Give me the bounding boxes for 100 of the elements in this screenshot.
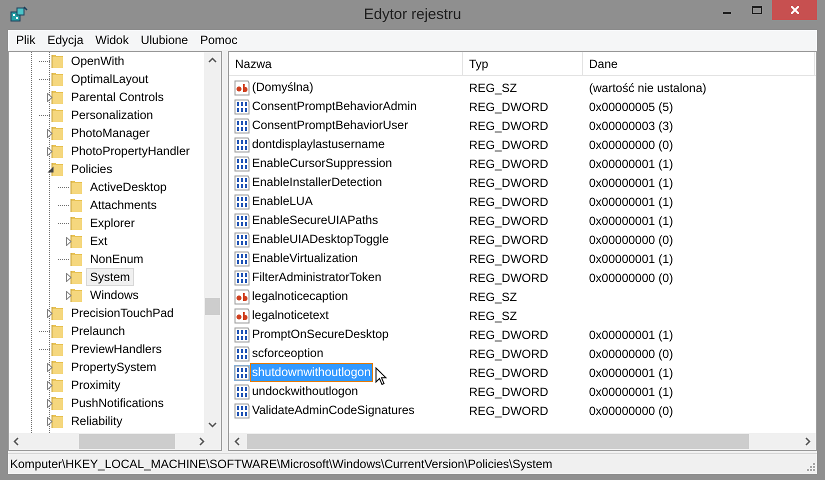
tree-item[interactable]: OpenWith	[67, 52, 128, 70]
value-name[interactable]: FilterAdministratorToken	[251, 269, 382, 286]
value-name[interactable]: ConsentPromptBehaviorUser	[251, 117, 410, 134]
scrollbar-thumb[interactable]	[205, 298, 220, 315]
value-type: REG_DWORD	[469, 232, 550, 248]
column-header[interactable]: Nazwa	[229, 52, 463, 75]
expand-arrow-icon[interactable]	[47, 362, 53, 372]
expand-arrow-icon[interactable]	[47, 92, 53, 102]
value-type: REG_DWORD	[469, 364, 550, 382]
value-type: REG_DWORD	[469, 212, 550, 230]
tree-item[interactable]: PhotoPropertyHandler	[67, 142, 194, 160]
tree-item[interactable]: Windows	[86, 286, 143, 304]
folder-icon	[51, 161, 64, 177]
expand-arrow-icon[interactable]	[47, 128, 53, 138]
folder-icon	[51, 53, 64, 69]
binary-value-icon	[234, 384, 250, 400]
scrollbar-thumb[interactable]	[247, 434, 749, 449]
tree-item[interactable]: PhotoManager	[67, 124, 154, 142]
folder-icon	[51, 71, 64, 87]
tree-item[interactable]: System	[86, 268, 134, 286]
value-name[interactable]: EnableUIADesktopToggle	[251, 231, 390, 248]
expand-arrow-icon[interactable]	[47, 398, 53, 408]
folder-icon	[51, 359, 64, 375]
column-header[interactable]: Typ	[463, 52, 583, 75]
scroll-left-icon	[13, 437, 19, 446]
tree-item[interactable]: Ext	[86, 232, 112, 250]
horizontal-scrollbar[interactable]	[9, 433, 221, 450]
menu-item[interactable]: Ulubione	[134, 31, 194, 49]
value-type: REG_DWORD	[469, 98, 550, 116]
value-name[interactable]: scforceoption	[251, 345, 324, 362]
value-data: 0x00000005 (5)	[589, 98, 674, 116]
folder-icon	[51, 89, 64, 105]
value-type: REG_DWORD	[469, 136, 550, 154]
tree-item[interactable]: Personalization	[67, 106, 158, 124]
menu-item[interactable]: Widok	[89, 31, 135, 49]
value-data: (wartość nie ustalona)	[589, 80, 706, 96]
value-name[interactable]: EnableInstallerDetection	[251, 174, 384, 191]
value-name[interactable]: legalnoticecaption	[251, 288, 350, 305]
tree-item[interactable]: PropertySystem	[67, 358, 160, 376]
column-header[interactable]: Dane	[583, 52, 815, 75]
menu-item[interactable]: Pomoc	[194, 31, 244, 49]
value-type: REG_DWORD	[469, 270, 550, 286]
expand-arrow-icon[interactable]	[66, 236, 72, 246]
expand-arrow-icon[interactable]	[47, 380, 53, 390]
value-name[interactable]: ConsentPromptBehaviorAdmin	[251, 98, 418, 115]
scrollbar-thumb[interactable]	[79, 434, 175, 449]
folder-icon	[51, 107, 64, 123]
tree-item[interactable]: PushNotifications	[67, 394, 168, 412]
tree-item[interactable]: PrecisionTouchPad	[67, 304, 178, 322]
expand-arrow-icon[interactable]	[47, 146, 53, 156]
value-name[interactable]: ValidateAdminCodeSignatures	[251, 402, 416, 419]
scroll-right-icon	[805, 437, 811, 446]
maximize-icon	[752, 6, 762, 14]
expand-arrow-icon[interactable]	[47, 416, 53, 426]
collapse-arrow-icon[interactable]	[47, 166, 54, 172]
menu-item[interactable]: Plik	[10, 31, 42, 49]
binary-value-icon	[234, 118, 250, 134]
horizontal-scrollbar[interactable]	[229, 433, 816, 450]
tree-item[interactable]: Prelaunch	[67, 322, 130, 340]
value-name[interactable]: undockwithoutlogon	[251, 383, 360, 400]
value-name[interactable]: legalnoticetext	[251, 307, 330, 324]
folder-icon	[51, 413, 64, 429]
value-name[interactable]: PromptOnSecureDesktop	[251, 326, 390, 343]
scroll-down-icon	[208, 422, 217, 428]
value-name[interactable]: EnableVirtualization	[251, 250, 359, 267]
tree-item[interactable]: Parental Controls	[67, 88, 168, 106]
close-button[interactable]	[772, 0, 817, 20]
value-name[interactable]: EnableLUA	[251, 193, 314, 210]
window-title: Edytor rejestru	[364, 4, 462, 25]
tree-item[interactable]: Explorer	[86, 214, 139, 232]
tree-item[interactable]: OptimalLayout	[67, 70, 152, 88]
menu-item[interactable]: Edycja	[41, 31, 90, 49]
expand-arrow-icon[interactable]	[47, 308, 53, 318]
folder-icon	[70, 269, 83, 285]
value-name[interactable]: EnableSecureUIAPaths	[251, 212, 380, 229]
value-name[interactable]: EnableCursorSuppression	[251, 155, 394, 172]
folder-icon	[51, 143, 64, 159]
value-data: 0x00000000 (0)	[589, 402, 674, 420]
value-type: REG_DWORD	[469, 250, 550, 268]
value-data: 0x00000003 (3)	[589, 118, 674, 134]
value-type: REG_DWORD	[469, 156, 550, 172]
vertical-scrollbar[interactable]	[204, 52, 221, 433]
value-data: 0x00000001 (1)	[589, 212, 674, 230]
expand-arrow-icon[interactable]	[66, 290, 72, 300]
value-name[interactable]: (Domyślna)	[251, 79, 314, 96]
value-name[interactable]: dontdisplaylastusername	[251, 136, 386, 153]
tree-item[interactable]: Proximity	[67, 376, 124, 394]
folder-icon	[51, 323, 64, 339]
string-value-icon	[234, 308, 250, 324]
tree-item[interactable]: Reliability	[67, 412, 126, 430]
registry-cubes-icon	[10, 6, 28, 22]
value-type: REG_SZ	[469, 80, 518, 96]
expand-arrow-icon[interactable]	[66, 272, 72, 282]
tree-item[interactable]: PreviewHandlers	[67, 340, 166, 358]
tree-item[interactable]: Attachments	[86, 196, 161, 214]
tree-item[interactable]: ActiveDesktop	[86, 178, 171, 196]
folder-icon	[51, 377, 64, 393]
tree-item[interactable]: NonEnum	[86, 250, 148, 268]
tree-item[interactable]: Policies	[67, 160, 116, 178]
folder-icon	[70, 179, 83, 195]
